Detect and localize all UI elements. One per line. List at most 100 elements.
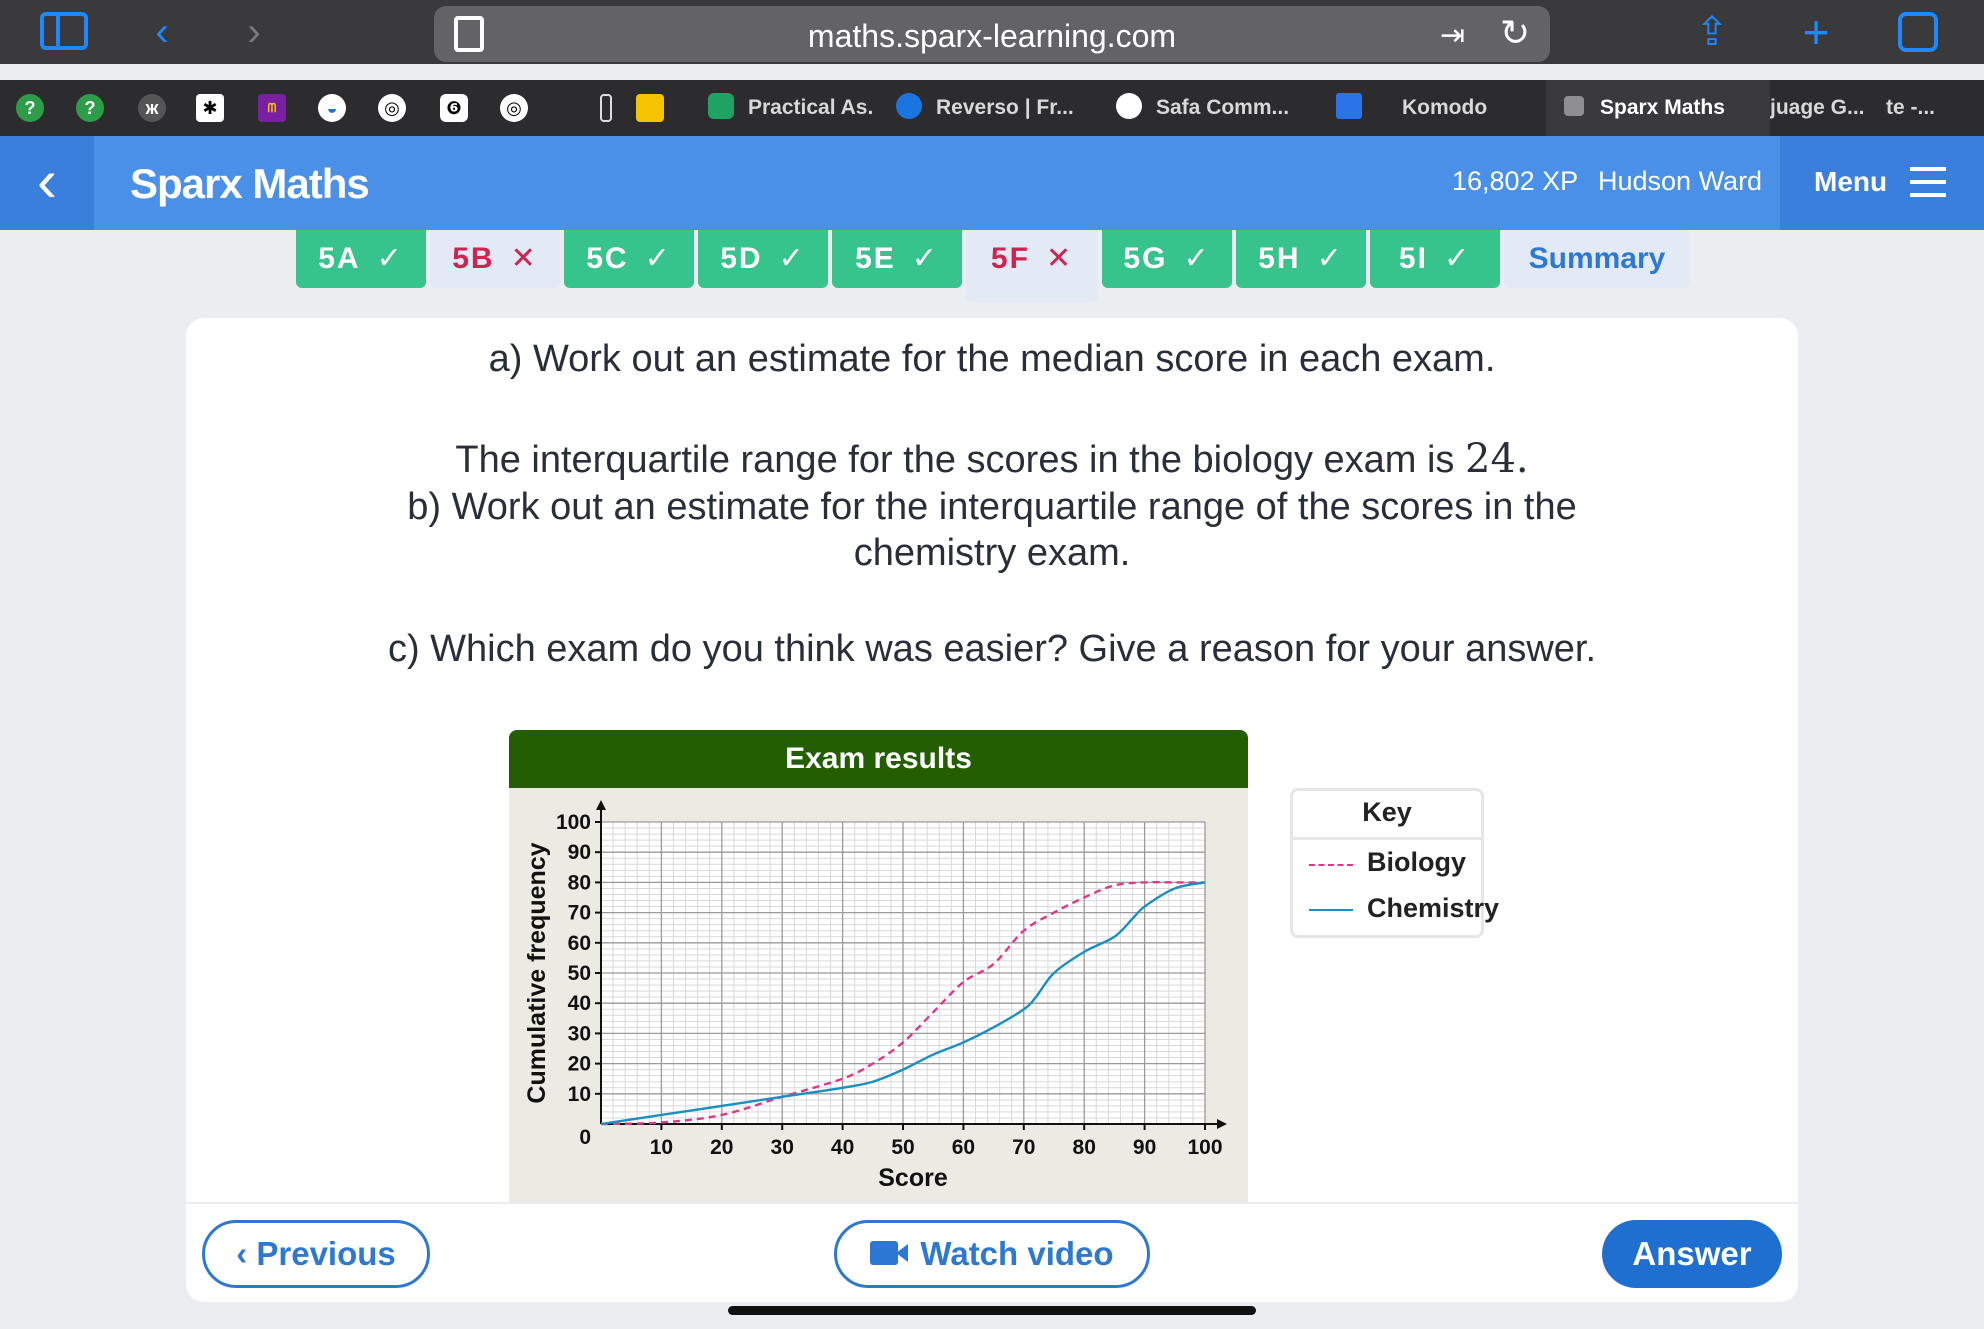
slides-favicon-icon[interactable]	[636, 94, 664, 122]
y-tick-label: 20	[568, 1053, 591, 1076]
y-tick-label: 10	[568, 1083, 591, 1106]
task-tab-5e[interactable]: 5E ✓	[832, 230, 962, 288]
video-camera-icon	[870, 1241, 909, 1266]
y-tick-label: 80	[568, 871, 591, 894]
tab-overview-icon[interactable]	[1898, 12, 1938, 52]
circle-favicon-icon[interactable]: ◎	[500, 94, 528, 122]
check-icon: ✓	[1443, 242, 1472, 275]
komodo-icon	[1336, 93, 1362, 120]
sidebar-toggle-icon[interactable]	[40, 12, 88, 50]
biology-line-swatch	[1309, 864, 1353, 866]
y-tick-label: 100	[556, 811, 591, 834]
close-tab-icon[interactable]	[1564, 96, 1584, 117]
app-favicon-icon[interactable]: ᗰ	[258, 94, 286, 122]
previous-button[interactable]: ‹ Previous	[202, 1220, 430, 1288]
tab-safa[interactable]: Safa Comm...	[1100, 80, 1320, 136]
chevron-left-icon: ‹	[236, 1235, 257, 1272]
x-tick-label: 30	[771, 1136, 794, 1159]
browser-toolbar: ‹ › maths.sparx-learning.com ⇥ ↻ ⇪ +	[0, 0, 1984, 64]
help-favicon-icon[interactable]: ?	[16, 94, 44, 122]
help-favicon-icon[interactable]: ?	[76, 94, 104, 122]
tab-sparx-maths[interactable]: Sparx Maths	[1546, 80, 1770, 136]
x-tick-label: 10	[650, 1136, 673, 1159]
task-tab-5b[interactable]: 5B ✕	[430, 230, 560, 288]
home-indicator	[728, 1306, 1256, 1315]
y-tick-label: 90	[568, 841, 591, 864]
x-tick-label: 60	[952, 1136, 975, 1159]
user-name[interactable]: Hudson Ward	[1598, 166, 1762, 197]
xp-count: 16,802 XP	[1452, 166, 1579, 196]
task-tab-5g[interactable]: 5G ✓	[1102, 230, 1232, 288]
question-iqr-statement: The interquartile range for the scores i…	[455, 436, 1529, 482]
origin-label: 0	[579, 1126, 591, 1149]
chevron-left-icon: ‹	[37, 147, 57, 214]
back-button[interactable]: ‹	[0, 136, 94, 230]
reload-icon[interactable]: ↻	[1500, 12, 1530, 54]
star-favicon-icon[interactable]: ✱	[196, 94, 224, 122]
x-tick-label: 20	[710, 1136, 733, 1159]
check-icon: ✓	[778, 242, 806, 275]
tab-language[interactable]: juage G...	[1770, 80, 1886, 136]
tab-strip: ? ? ж ✱ ᗰ ◒ ◎ ❻ ◎ Practical As. Reverso …	[0, 80, 1984, 136]
check-icon: ✓	[376, 242, 404, 275]
task-tab-5d[interactable]: 5D ✓	[698, 230, 828, 288]
share-icon[interactable]: ⇪	[1690, 12, 1734, 52]
y-tick-label: 40	[568, 992, 591, 1015]
task-tab-5i[interactable]: 5I ✓	[1370, 230, 1500, 288]
cumulative-frequency-chart: 10 20 30 40 50 60 70 80 90 100 10 20 30 40 50 60 70 80 90 1…	[523, 800, 1227, 1192]
cross-icon: ✕	[1045, 242, 1074, 275]
doc-favicon-icon[interactable]	[600, 94, 612, 122]
tab-komodo[interactable]: Komodo	[1320, 80, 1546, 136]
question-part-a: a) Work out an estimate for the median s…	[488, 338, 1496, 380]
forward-arrow-icon[interactable]: ›	[232, 12, 276, 52]
address-bar[interactable]: maths.sparx-learning.com ⇥ ↻	[434, 6, 1550, 62]
x-tick-label: 70	[1012, 1136, 1035, 1159]
check-icon: ✓	[911, 242, 939, 275]
google-icon	[1116, 93, 1142, 120]
x-tick-label: 100	[1187, 1136, 1222, 1159]
question-part-b: b) Work out an estimate for the interqua…	[407, 486, 1577, 528]
y-axis-label: Cumulative frequency	[523, 842, 551, 1103]
app-title: Sparx Maths	[130, 160, 370, 207]
chemistry-line-swatch	[1309, 909, 1353, 911]
task-tab-5c[interactable]: 5C ✓	[564, 230, 694, 288]
app-favicon-icon[interactable]: ж	[138, 94, 166, 122]
y-axis-arrow-icon	[596, 800, 606, 810]
footer-divider	[186, 1202, 1798, 1204]
answer-button[interactable]: Answer	[1602, 1220, 1782, 1288]
watch-video-button[interactable]: Watch video	[834, 1220, 1150, 1288]
reverso-icon	[896, 93, 922, 120]
check-icon: ✓	[1183, 242, 1211, 275]
task-tab-5a[interactable]: 5A ✓	[296, 230, 426, 288]
extension-icon[interactable]: ⇥	[1440, 18, 1465, 53]
tab-practical[interactable]: Practical As.	[680, 80, 884, 136]
y-tick-label: 70	[568, 902, 591, 925]
key-label-chemistry: Chemistry	[1367, 893, 1500, 923]
x-tick-label: 90	[1133, 1136, 1156, 1159]
x-tick-label: 50	[891, 1136, 914, 1159]
plus-icon	[708, 93, 734, 120]
x-axis-arrow-icon	[1217, 1119, 1227, 1129]
tab-reverso[interactable]: Reverso | Fr...	[884, 80, 1100, 136]
x-tick-label: 80	[1073, 1136, 1096, 1159]
hamburger-icon	[1910, 167, 1946, 197]
back-arrow-icon[interactable]: ‹	[140, 12, 184, 52]
circle-favicon-icon[interactable]: ◎	[378, 94, 406, 122]
url-text: maths.sparx-learning.com	[807, 18, 1177, 54]
task-tab-summary[interactable]: Summary	[1504, 230, 1690, 288]
app-favicon-icon[interactable]: ❻	[440, 94, 468, 122]
task-tab-5f[interactable]: 5F ✕	[966, 230, 1098, 302]
y-tick-label: 30	[568, 1022, 591, 1045]
key-title: Key	[1362, 797, 1412, 827]
y-tick-label: 60	[568, 932, 591, 955]
x-axis-label: Score	[878, 1164, 948, 1192]
circle-favicon-icon[interactable]: ◒	[318, 94, 346, 122]
chart-panel: Exam results 10 20 30 40 50 60 70 80 90 100 10 20 30…	[509, 730, 1248, 1202]
tab-other[interactable]: te -...	[1886, 80, 1984, 136]
menu-button[interactable]: Menu	[1780, 136, 1984, 230]
new-tab-icon[interactable]: +	[1794, 9, 1838, 55]
x-tick-label: 40	[831, 1136, 854, 1159]
task-tab-5h[interactable]: 5H ✓	[1236, 230, 1366, 288]
cross-icon: ✕	[510, 242, 538, 275]
check-icon: ✓	[1316, 242, 1344, 275]
